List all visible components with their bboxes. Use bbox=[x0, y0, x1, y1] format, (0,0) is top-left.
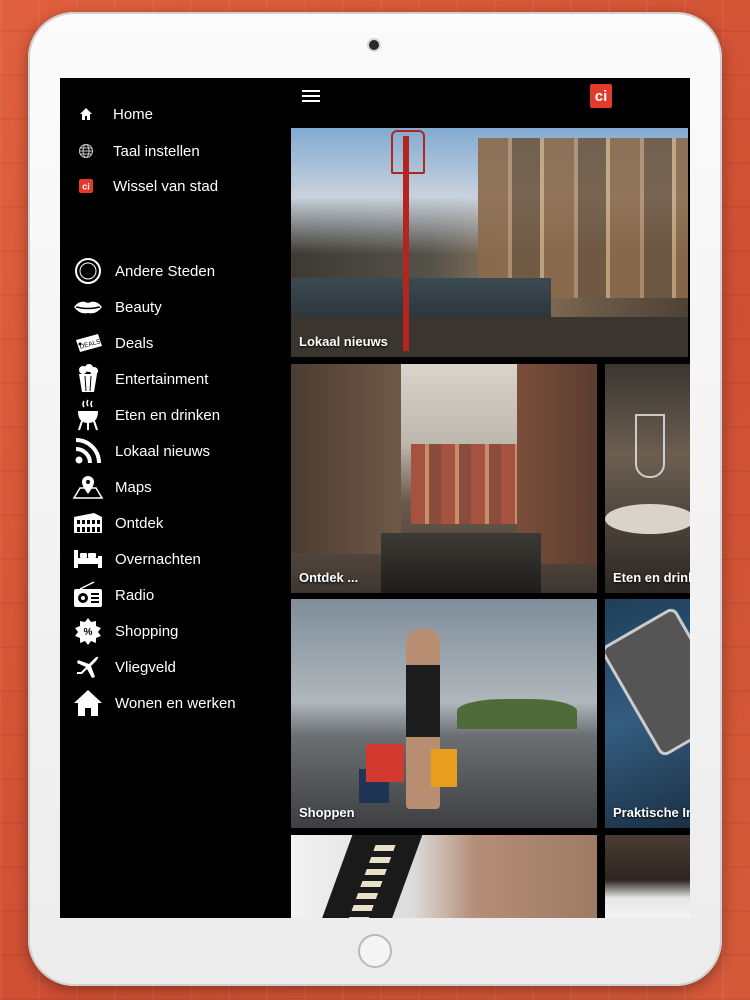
sidebar-item-shopping[interactable]: % Shopping bbox=[72, 614, 287, 648]
tablet-frame: Home Taal instellen ci Wissel van stad A… bbox=[28, 12, 722, 986]
sidebar-item-stay[interactable]: Overnachten bbox=[72, 542, 287, 576]
sidebar-item-maps[interactable]: Maps bbox=[72, 470, 287, 504]
sidebar-item-label: Deals bbox=[115, 334, 154, 352]
sidebar-item-label: Beauty bbox=[115, 298, 162, 316]
hamburger-menu-icon[interactable] bbox=[302, 90, 320, 104]
sidebar-item-label: Taal instellen bbox=[113, 142, 200, 160]
sidebar-item-beauty[interactable]: Beauty bbox=[72, 290, 287, 324]
grill-icon bbox=[72, 399, 104, 431]
sidebar-item-label: Vliegveld bbox=[115, 658, 176, 676]
tile-label: Eten en drink bbox=[613, 570, 690, 585]
sidebar-item-deals[interactable]: DEALS Deals bbox=[72, 326, 287, 360]
lips-icon bbox=[72, 291, 104, 323]
top-bar: ci bbox=[290, 78, 690, 116]
deals-tag-icon: DEALS bbox=[72, 327, 104, 359]
ci-icon-text: ci bbox=[82, 182, 90, 192]
sidebar-item-label: Eten en drinken bbox=[115, 406, 221, 424]
tile-local-news[interactable]: Lokaal nieuws bbox=[291, 128, 688, 357]
sidebar-item-discover[interactable]: Ontdek bbox=[72, 506, 287, 540]
tile-food-drinks[interactable]: Eten en drink bbox=[605, 364, 690, 593]
rss-icon bbox=[72, 435, 104, 467]
sidebar-item-local-news[interactable]: Lokaal nieuws bbox=[72, 434, 287, 468]
map-pin-icon bbox=[72, 471, 104, 503]
sidebar-item-label: Wissel van stad bbox=[113, 177, 219, 195]
ci-icon: ci bbox=[72, 170, 100, 202]
tile-label: Praktische In bbox=[613, 805, 690, 820]
sidebar-item-change-city[interactable]: ci Wissel van stad bbox=[72, 169, 287, 203]
tile-practical-info[interactable]: Praktische In bbox=[605, 599, 690, 828]
sidebar-menu: Home Taal instellen ci Wissel van stad A… bbox=[60, 78, 290, 918]
tile-music[interactable] bbox=[291, 835, 597, 918]
sidebar-item-label: Maps bbox=[115, 478, 152, 496]
sidebar-item-label: Overnachten bbox=[115, 550, 201, 568]
sidebar-item-food-drinks[interactable]: Eten en drinken bbox=[72, 398, 287, 432]
house-icon bbox=[72, 687, 104, 719]
colosseum-icon bbox=[72, 507, 104, 539]
camera-dot bbox=[369, 40, 379, 50]
sidebar-item-label: Wonen en werken bbox=[115, 694, 236, 712]
tile-label: Shoppen bbox=[299, 805, 355, 820]
sidebar-item-label: Entertainment bbox=[115, 370, 209, 388]
popcorn-icon bbox=[72, 363, 104, 395]
app-logo[interactable]: ci bbox=[590, 84, 612, 108]
sidebar-item-living-working[interactable]: Wonen en werken bbox=[72, 686, 287, 720]
home-hardware-button[interactable] bbox=[358, 934, 392, 968]
sidebar-item-language[interactable]: Taal instellen bbox=[72, 134, 287, 168]
compass-icon bbox=[72, 255, 104, 287]
tile-discover[interactable]: Ontdek ... bbox=[291, 364, 597, 593]
sidebar-item-label: Andere Steden bbox=[115, 262, 216, 280]
sidebar-item-label: Radio bbox=[115, 586, 155, 604]
tile-label: Lokaal nieuws bbox=[299, 334, 388, 349]
sidebar-item-airport[interactable]: Vliegveld bbox=[72, 650, 287, 684]
sidebar-item-label: Shopping bbox=[115, 622, 179, 640]
svg-text:%: % bbox=[84, 627, 93, 638]
sidebar-item-entertainment[interactable]: Entertainment bbox=[72, 362, 287, 396]
tile-shopping[interactable]: Shoppen bbox=[291, 599, 597, 828]
tile-partial[interactable] bbox=[605, 835, 690, 918]
percent-badge-icon: % bbox=[72, 615, 104, 647]
sidebar-item-other-cities[interactable]: Andere Steden bbox=[72, 254, 287, 288]
sidebar-item-label: Lokaal nieuws bbox=[115, 442, 211, 460]
sidebar-item-home[interactable]: Home bbox=[72, 97, 287, 131]
sidebar-item-label: Home bbox=[113, 105, 154, 123]
sidebar-item-radio[interactable]: Radio bbox=[72, 578, 287, 612]
sidebar-item-label: Ontdek bbox=[115, 514, 164, 532]
bed-icon bbox=[72, 543, 104, 575]
airplane-icon bbox=[72, 651, 104, 683]
app-screen: Home Taal instellen ci Wissel van stad A… bbox=[60, 78, 690, 918]
globe-icon bbox=[72, 135, 100, 167]
radio-icon bbox=[72, 579, 104, 611]
home-icon bbox=[72, 98, 100, 130]
tile-label: Ontdek ... bbox=[299, 570, 359, 585]
